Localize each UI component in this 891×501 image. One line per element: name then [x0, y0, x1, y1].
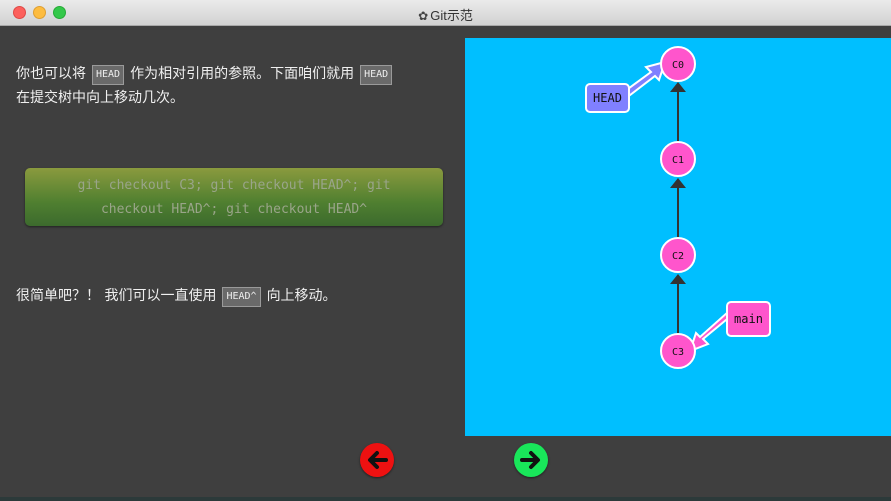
- commit-c2[interactable]: C2: [660, 237, 696, 273]
- intro-text-3: 在提交树中向上移动几次。: [16, 90, 184, 106]
- outro-text-2: 向上移动。: [266, 288, 337, 304]
- window-title-text: Git示范: [430, 8, 473, 23]
- head-code-label-2: HEAD: [360, 65, 393, 85]
- commit-c0-label: C0: [672, 60, 684, 71]
- outro-paragraph: 很简单吧？！ 我们可以一直使用 HEAD^ 向上移动。: [16, 284, 456, 308]
- head-caret-code-label: HEAD^: [222, 287, 261, 307]
- head-pointer[interactable]: HEAD: [585, 60, 667, 113]
- commit-tree-graph: HEAD main C0 C1 C2 C3: [585, 46, 771, 369]
- head-label: HEAD: [593, 91, 622, 105]
- commit-c3-label: C3: [672, 347, 684, 358]
- head-code-label-1: HEAD: [92, 65, 125, 85]
- command-box[interactable]: git checkout C3; git checkout HEAD^; git…: [25, 168, 443, 226]
- bottom-strip: [0, 497, 891, 501]
- arrow-right-icon: [520, 451, 540, 469]
- branch-main-arrow: [688, 310, 734, 353]
- intro-paragraph: 你也可以将 HEAD 作为相对引用的参照。下面咱们就用 HEAD 在提交树中向上移动几…: [16, 62, 456, 110]
- window-title: ✿ Git示范: [0, 5, 891, 24]
- commit-c1[interactable]: C1: [660, 141, 696, 177]
- gear-icon: ✿: [418, 9, 429, 23]
- edge-arrow-c1-c0: [670, 82, 686, 92]
- branch-main-label: main: [734, 312, 763, 326]
- edge-arrow-c3-c2: [670, 274, 686, 284]
- command-line-1: git checkout C3; git checkout HEAD^; git: [77, 178, 391, 193]
- commit-c0[interactable]: C0: [660, 46, 696, 82]
- commit-c1-label: C1: [672, 155, 684, 166]
- forward-button[interactable]: [514, 443, 548, 477]
- commit-c3[interactable]: C3: [660, 333, 696, 369]
- edge-arrow-c2-c1: [670, 178, 686, 188]
- back-button[interactable]: [360, 443, 394, 477]
- arrow-left-icon: [368, 451, 388, 469]
- command-line-2: checkout HEAD^; git checkout HEAD^: [100, 202, 368, 217]
- window-titlebar: ✿ Git示范: [0, 0, 891, 26]
- commit-c2-label: C2: [672, 251, 684, 262]
- intro-text-2: 作为相对引用的参照。下面咱们就用: [130, 66, 355, 82]
- intro-text-1: 你也可以将: [16, 66, 86, 82]
- branch-main[interactable]: main: [688, 301, 771, 353]
- git-visualization-panel: HEAD main C0 C1 C2 C3: [465, 38, 891, 436]
- outro-text-1: 很简单吧？！ 我们可以一直使用: [16, 288, 217, 304]
